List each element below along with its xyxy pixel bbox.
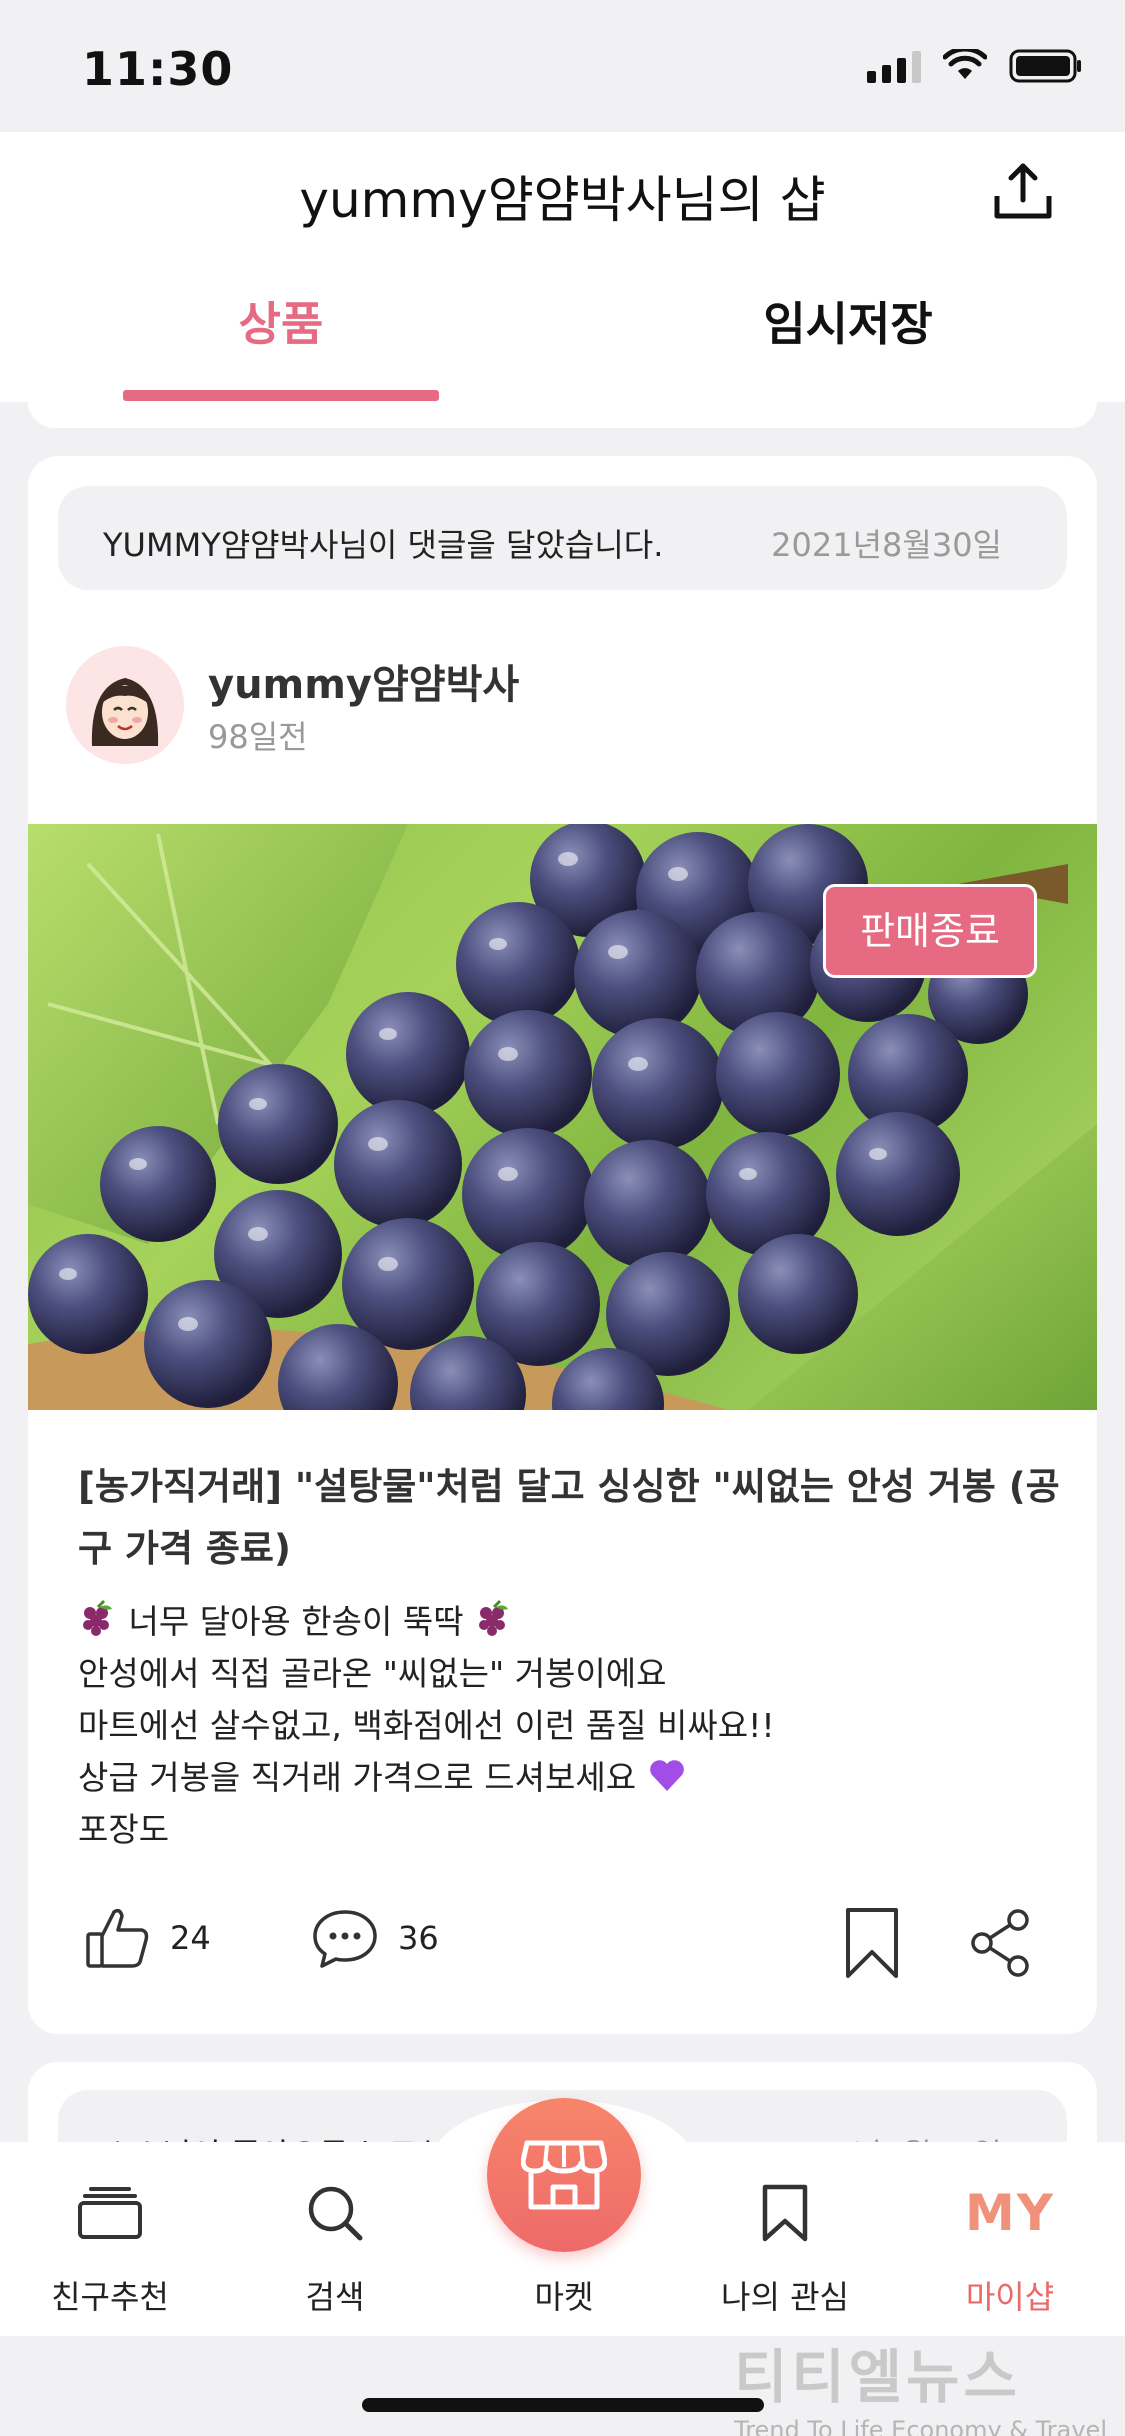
grapes-emoji-icon xyxy=(83,1599,112,1636)
post-line-4-text: 상급 거봉을 직거래 가격으로 드셔보세요 xyxy=(78,1758,637,1797)
watermark-main: 티티엘뉴스 xyxy=(734,2343,1021,2411)
post-actions: 24 36 xyxy=(28,1906,1097,1996)
comment-count: 36 xyxy=(398,1919,439,1957)
tab-my-shop[interactable]: MY 마이샵 xyxy=(925,2178,1095,2318)
purple-heart-icon xyxy=(649,1760,684,1791)
post-title[interactable]: [농가직거래] "설탕물"처럼 달고 싱싱한 "씨없는 안성 거봉 (공구 가격… xyxy=(78,1456,1068,1580)
post-line-3: 마트에선 살수없고, 백화점에선 이런 품질 비싸요!! xyxy=(78,1706,775,1745)
author-name[interactable]: yummy얌얌박사 xyxy=(208,652,519,710)
comment-bubble-icon xyxy=(313,1910,377,1968)
tab-label-my-shop: 마이샵 xyxy=(965,2278,1055,2316)
post-body: 너무 달아용 한송이 뚝딱 안성에서 직접 골라온 "씨없는" 거봉이에요 마트… xyxy=(78,1596,1068,1856)
sold-out-badge: 판매종료 xyxy=(823,884,1037,978)
storefront-icon xyxy=(521,2140,607,2210)
tab-label-friend: 친구추천 xyxy=(51,2278,169,2316)
notice-date: 2021년8월30일 xyxy=(771,526,1002,564)
grapes-emoji-icon xyxy=(479,1599,509,1636)
tab-label-interest: 나의 관심 xyxy=(721,2278,849,2316)
product-image[interactable]: 판매종료 xyxy=(28,824,1097,1410)
profile-avatar-icon xyxy=(66,646,184,764)
post-line-4: 상급 거봉을 직거래 가격으로 드셔보세요 xyxy=(78,1752,1068,1804)
watermark-sub: Trend To Life Economy & Travel xyxy=(734,2416,1107,2436)
tab-my-interest[interactable]: 나의 관심 xyxy=(700,2178,870,2318)
home-indicator[interactable] xyxy=(362,2398,764,2412)
tab-products[interactable]: 상품 xyxy=(123,288,439,354)
search-icon xyxy=(308,2186,363,2241)
bookmark-icon xyxy=(762,2184,808,2242)
tab-label-search: 검색 xyxy=(305,2278,365,2316)
active-tab-indicator xyxy=(123,390,439,401)
market-button[interactable] xyxy=(487,2098,641,2252)
thumbs-up-icon xyxy=(86,1908,149,1968)
cellular-signal-icon xyxy=(867,49,921,83)
tab-friend-recommend[interactable]: 친구추천 xyxy=(25,2178,195,2318)
post-time: 98일전 xyxy=(208,718,308,756)
tab-drafts[interactable]: 임시저장 xyxy=(690,288,1006,354)
card-stack-icon xyxy=(78,2187,142,2239)
watermark: 티티엘뉴스 Trend To Life Economy & Travel xyxy=(734,2330,1107,2436)
status-bar: 11:30 xyxy=(0,0,1125,132)
status-time: 11:30 xyxy=(82,42,234,96)
wifi-icon xyxy=(943,49,987,79)
activity-notice: YUMMY얌얌박사님이 댓글을 달았습니다. 2021년8월30일 xyxy=(58,486,1067,590)
tab-label-market[interactable]: 마켓 xyxy=(487,2272,641,2318)
notice-text: YUMMY얌얌박사님이 댓글을 달았습니다. xyxy=(103,526,664,564)
shop-title: yummy얌얌박사님의 샵 xyxy=(299,171,826,229)
battery-icon xyxy=(1009,49,1081,83)
status-icons xyxy=(867,48,1083,84)
tab-search[interactable]: 검색 xyxy=(250,2178,420,2318)
previous-card-edge xyxy=(28,402,1097,428)
post-line-2: 안성에서 직접 골라온 "씨없는" 거봉이에요 xyxy=(78,1654,667,1693)
like-button[interactable]: 24 xyxy=(84,1906,211,1970)
post-line-1: 너무 달아용 한송이 뚝딱 xyxy=(78,1596,1068,1648)
share-icon[interactable] xyxy=(970,1908,1032,1978)
post-card[interactable]: YUMMY얌얌박사님이 댓글을 달았습니다. 2021년8월30일 yummy얌… xyxy=(28,456,1097,2034)
like-count: 24 xyxy=(170,1919,211,1957)
author-avatar[interactable] xyxy=(66,646,184,764)
comment-button[interactable]: 36 xyxy=(310,1906,439,1970)
upload-share-icon[interactable] xyxy=(991,160,1055,224)
bookmark-icon[interactable] xyxy=(844,1906,900,1980)
post-line-1-text: 너무 달아용 한송이 뚝딱 xyxy=(128,1602,464,1641)
post-line-5: 포장도 xyxy=(78,1810,170,1849)
my-icon: MY xyxy=(965,2184,1055,2242)
